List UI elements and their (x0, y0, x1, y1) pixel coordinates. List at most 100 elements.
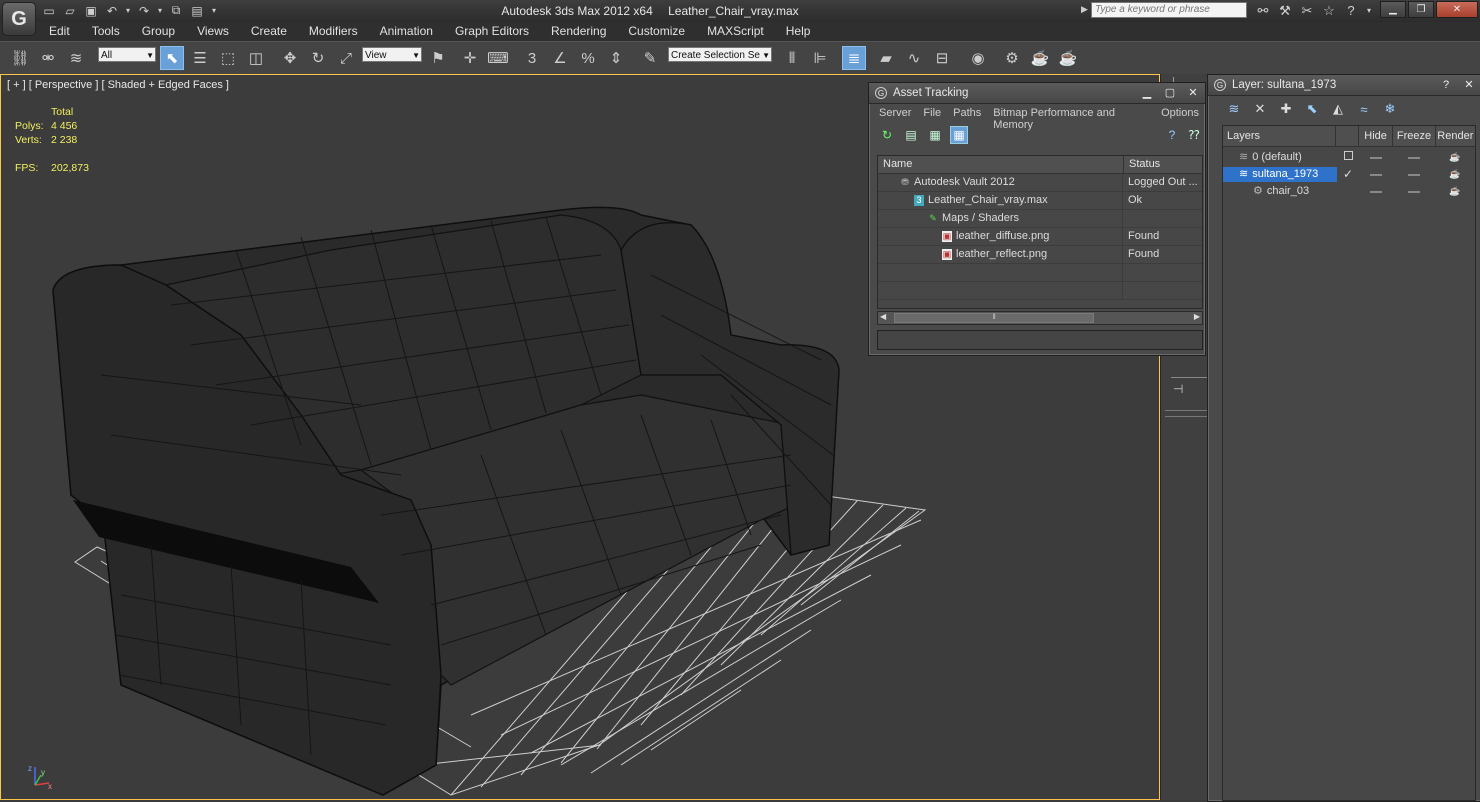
help-button[interactable]: ? (1436, 77, 1456, 92)
table-row[interactable]: ⛃ Autodesk Vault 2012 Logged Out ... (878, 174, 1202, 192)
mirror-icon[interactable]: ⫴ (780, 46, 804, 70)
keyboard-shortcut-override-icon[interactable]: ⌨ (486, 46, 510, 70)
asset-menu-paths[interactable]: Paths (947, 107, 987, 122)
select-and-scale-icon[interactable]: ⤢ (334, 46, 358, 70)
asset-menu-bitmap-performance[interactable]: Bitmap Performance and Memory (987, 107, 1155, 131)
close-button[interactable]: ✕ (1436, 1, 1478, 18)
communication-icon[interactable]: ✂ (1298, 2, 1316, 19)
menu-animation[interactable]: Animation (369, 24, 444, 39)
undo-icon[interactable]: ↶ (103, 2, 121, 19)
table-row[interactable]: ▣ leather_diffuse.png Found (878, 228, 1202, 246)
render-teapot-icon[interactable]: ☕ (1435, 167, 1475, 184)
app-menu-logo-icon[interactable]: G (2, 2, 36, 36)
unlink-selection-icon[interactable]: ⚮ (36, 46, 60, 70)
favorites-star-icon[interactable]: ☆ (1320, 2, 1338, 19)
pivot-point-center-icon[interactable]: ⚑ (426, 46, 450, 70)
column-freeze[interactable]: Freeze (1392, 126, 1434, 146)
material-editor-icon[interactable]: ◉ (966, 46, 990, 70)
graphite-modeling-tools-icon[interactable]: ▰ (874, 46, 898, 70)
refresh-icon[interactable]: ↻ (878, 126, 896, 144)
close-button[interactable]: ✕ (1459, 77, 1479, 92)
close-button[interactable]: ✕ (1183, 85, 1203, 100)
angle-snap-icon[interactable]: ∠ (548, 46, 572, 70)
render-setup-icon[interactable]: ⚙ (1000, 46, 1024, 70)
render-teapot-icon[interactable]: ☕ (1435, 184, 1475, 201)
redo-dropdown-icon[interactable]: ▾ (156, 2, 164, 19)
schematic-view-icon[interactable]: ⊟ (930, 46, 954, 70)
freeze-toggle[interactable] (1393, 150, 1435, 167)
column-render[interactable]: Render (1434, 126, 1475, 146)
delete-layer-icon[interactable]: ✕ (1250, 99, 1270, 119)
percent-snap-icon[interactable]: % (576, 46, 600, 70)
layer-manager-titlebar[interactable]: G Layer: sultana_1973 ? ✕ (1208, 75, 1480, 96)
reference-coordinate-dropdown[interactable]: View ▼ (362, 47, 422, 62)
column-status[interactable]: Status (1124, 156, 1160, 173)
select-and-link-icon[interactable]: ⛓ (8, 46, 32, 70)
table-row[interactable]: ▣ leather_reflect.png Found (878, 246, 1202, 264)
freeze-toggle[interactable] (1393, 167, 1435, 184)
menu-customize[interactable]: Customize (617, 24, 696, 39)
align-icon[interactable]: ⊫ (808, 46, 832, 70)
rendered-frame-window-icon[interactable]: ☕ (1028, 46, 1052, 70)
window-crossing-icon[interactable]: ◫ (244, 46, 268, 70)
rectangular-selection-icon[interactable]: ⬚ (216, 46, 240, 70)
viewport-label[interactable]: [ + ] [ Perspective ] [ Shaded + Edged F… (7, 79, 229, 91)
spinner-snap-icon[interactable]: ⇕ (604, 46, 628, 70)
layer-row[interactable]: ⚙ chair_03 ☕ (1223, 184, 1475, 201)
freeze-unfreeze-all-icon[interactable]: ❄ (1380, 99, 1400, 119)
menu-tools[interactable]: Tools (81, 24, 131, 39)
qat-customize-icon[interactable]: ▾ (209, 2, 219, 19)
subscription-icon[interactable]: ⚒ (1276, 2, 1294, 19)
restore-button[interactable]: ❐ (1408, 1, 1434, 18)
minimize-button[interactable]: ▁ (1137, 85, 1157, 100)
panel-tool-icon[interactable]: ⊣ (1173, 382, 1183, 396)
menu-maxscript[interactable]: MAXScript (696, 24, 775, 39)
add-to-layer-icon[interactable]: ✚ (1276, 99, 1296, 119)
maximize-button[interactable]: ▢ (1160, 85, 1180, 100)
hide-toggle[interactable] (1359, 167, 1393, 184)
selection-filter-dropdown[interactable]: All ▼ (98, 47, 156, 62)
layer-row[interactable]: ≋ 0 (default) ☕ (1223, 150, 1475, 167)
minimize-button[interactable]: ▁ (1380, 1, 1406, 18)
render-teapot-icon[interactable]: ☕ (1435, 150, 1475, 167)
table-row[interactable]: ✎ Maps / Shaders (878, 210, 1202, 228)
project-folder-icon[interactable]: ▤ (188, 2, 206, 19)
menu-views[interactable]: Views (186, 24, 240, 39)
select-and-rotate-icon[interactable]: ↻ (306, 46, 330, 70)
edit-named-selection-icon[interactable]: ✎ (638, 46, 662, 70)
select-and-move-icon[interactable]: ✥ (278, 46, 302, 70)
bind-to-space-warp-icon[interactable]: ≋ (64, 46, 88, 70)
undo-dropdown-icon[interactable]: ▾ (124, 2, 132, 19)
column-hide[interactable]: Hide (1357, 126, 1392, 146)
search-expand-icon[interactable]: ▶ (1081, 4, 1088, 15)
select-and-manipulate-icon[interactable]: ✛ (458, 46, 482, 70)
scrollbar-thumb[interactable]: ⦀ (894, 313, 1094, 323)
column-name[interactable]: Name (878, 156, 1124, 173)
context-help-icon[interactable]: ⁇ (1185, 126, 1203, 144)
list-view-icon[interactable]: ▤ (902, 126, 920, 144)
asset-menu-options[interactable]: Options (1155, 107, 1205, 122)
snaps-toggle-icon[interactable]: 3 (520, 46, 544, 70)
tree-view-icon[interactable]: ▦ (926, 126, 944, 144)
hide-unhide-all-icon[interactable]: ≈ (1354, 99, 1374, 119)
binoculars-icon[interactable]: ⚯ (1254, 2, 1272, 19)
highlight-selected-layer-icon[interactable]: ◭ (1328, 99, 1348, 119)
scroll-right-icon[interactable]: ▶ (1194, 312, 1200, 321)
menu-help[interactable]: Help (775, 24, 822, 39)
hold-icon[interactable]: ⧉ (167, 2, 185, 19)
redo-icon[interactable]: ↷ (135, 2, 153, 19)
asset-menu-file[interactable]: File (917, 107, 947, 122)
help-dropdown-icon[interactable]: ▾ (1364, 2, 1374, 19)
menu-modifiers[interactable]: Modifiers (298, 24, 369, 39)
asset-menu-server[interactable]: Server (873, 107, 917, 122)
select-by-name-icon[interactable]: ☰ (188, 46, 212, 70)
render-production-icon[interactable]: ☕ (1056, 46, 1080, 70)
hide-toggle[interactable] (1359, 150, 1393, 167)
hide-toggle[interactable] (1359, 184, 1393, 201)
horizontal-scrollbar[interactable]: ◀ ⦀ ▶ (877, 311, 1203, 325)
help-icon[interactable]: ? (1342, 2, 1360, 19)
menu-create[interactable]: Create (240, 24, 298, 39)
table-view-icon[interactable]: ▦ (950, 126, 968, 144)
help-icon[interactable]: ? (1163, 126, 1181, 144)
menu-edit[interactable]: Edit (38, 24, 81, 39)
